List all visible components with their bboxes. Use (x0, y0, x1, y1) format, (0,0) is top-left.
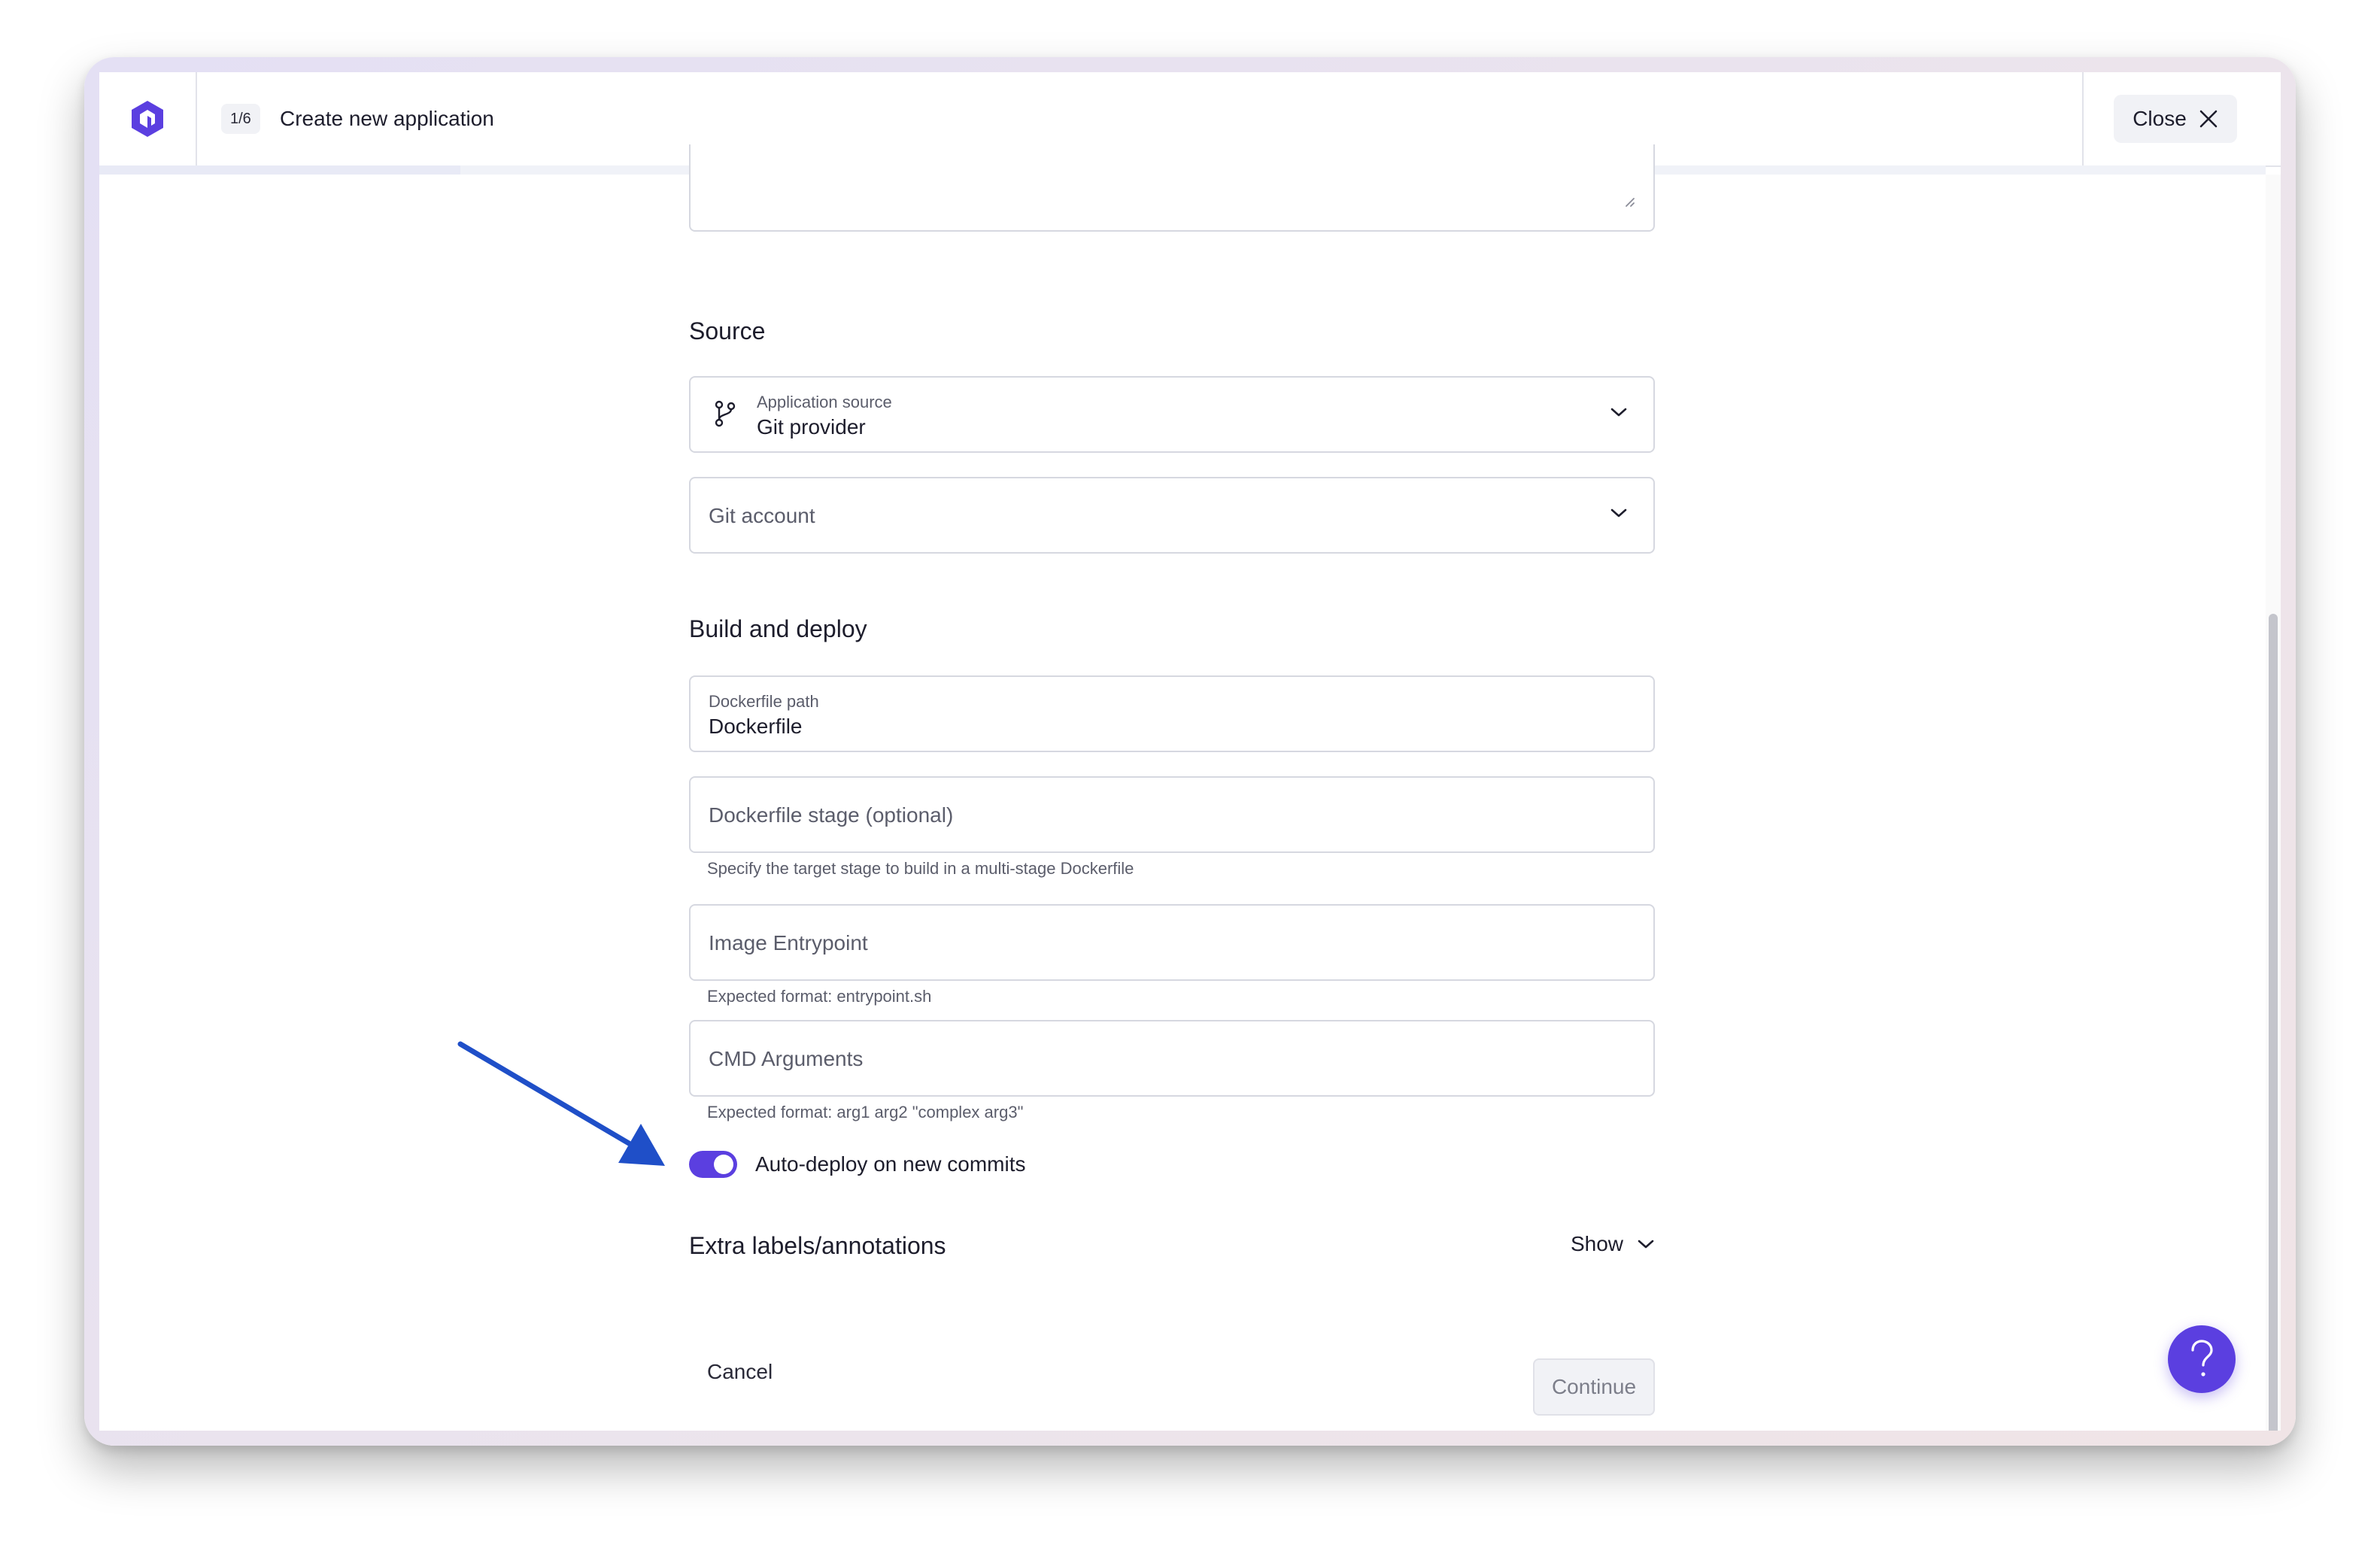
description-textarea[interactable] (689, 144, 1655, 232)
dockerfile-path-value: Dockerfile (709, 715, 803, 738)
toggle-knob (714, 1155, 733, 1174)
application-source-label: Application source (757, 393, 892, 411)
git-branch-icon (715, 400, 736, 427)
logo-cell (99, 72, 197, 165)
progress-fill (99, 165, 461, 175)
help-button[interactable] (2168, 1325, 2236, 1393)
chevron-down-icon (1610, 508, 1627, 517)
resize-handle-icon (1626, 198, 1635, 207)
image-entrypoint-placeholder: Image Entrypoint (709, 931, 868, 955)
dockerfile-stage-input[interactable]: Dockerfile stage (optional) (689, 776, 1655, 853)
image-entrypoint-helper: Expected format: entrypoint.sh (707, 987, 932, 1006)
application-source-select[interactable]: Application source Git provider (689, 376, 1655, 453)
show-extra-label: Show (1570, 1232, 1623, 1255)
scrollbar-track[interactable] (2266, 175, 2281, 1431)
continue-button[interactable]: Continue (1533, 1358, 1655, 1416)
app-window: 1/6 Create new application Close Source (99, 72, 2281, 1431)
application-source-value: Git provider (757, 415, 866, 439)
chevron-down-icon (1638, 1240, 1654, 1249)
close-cell: Close (2082, 72, 2281, 165)
image-entrypoint-input[interactable]: Image Entrypoint (689, 904, 1655, 981)
dockerfile-path-label: Dockerfile path (709, 692, 819, 711)
dockerfile-path-input[interactable]: Dockerfile path Dockerfile (689, 675, 1655, 752)
close-button[interactable]: Close (2114, 95, 2237, 143)
show-extra-button[interactable]: Show (1571, 1232, 1655, 1256)
section-title-build: Build and deploy (689, 615, 867, 642)
auto-deploy-toggle[interactable] (689, 1151, 737, 1178)
auto-deploy-label: Auto-deploy on new commits (755, 1152, 1026, 1176)
cmd-arguments-input[interactable]: CMD Arguments (689, 1020, 1655, 1097)
git-account-select[interactable]: Git account (689, 477, 1655, 554)
close-icon (2199, 110, 2218, 128)
cmd-arguments-placeholder: CMD Arguments (709, 1047, 864, 1070)
dockerfile-stage-helper: Specify the target stage to build in a m… (707, 859, 1134, 878)
cmd-arguments-helper: Expected format: arg1 arg2 "complex arg3… (707, 1103, 1024, 1121)
cancel-button[interactable]: Cancel (707, 1360, 773, 1384)
step-badge: 1/6 (221, 104, 260, 134)
help-question-icon (2191, 1340, 2213, 1376)
close-button-label: Close (2133, 107, 2187, 130)
page-title: Create new application (280, 107, 494, 130)
chevron-down-icon (1610, 408, 1627, 417)
section-title-source: Source (689, 317, 766, 344)
dockerfile-stage-placeholder: Dockerfile stage (optional) (709, 803, 954, 827)
app-logo-icon (132, 101, 163, 137)
git-account-placeholder: Git account (709, 504, 815, 527)
scrollbar-thumb[interactable] (2269, 614, 2278, 1431)
section-title-extra: Extra labels/annotations (689, 1232, 946, 1259)
